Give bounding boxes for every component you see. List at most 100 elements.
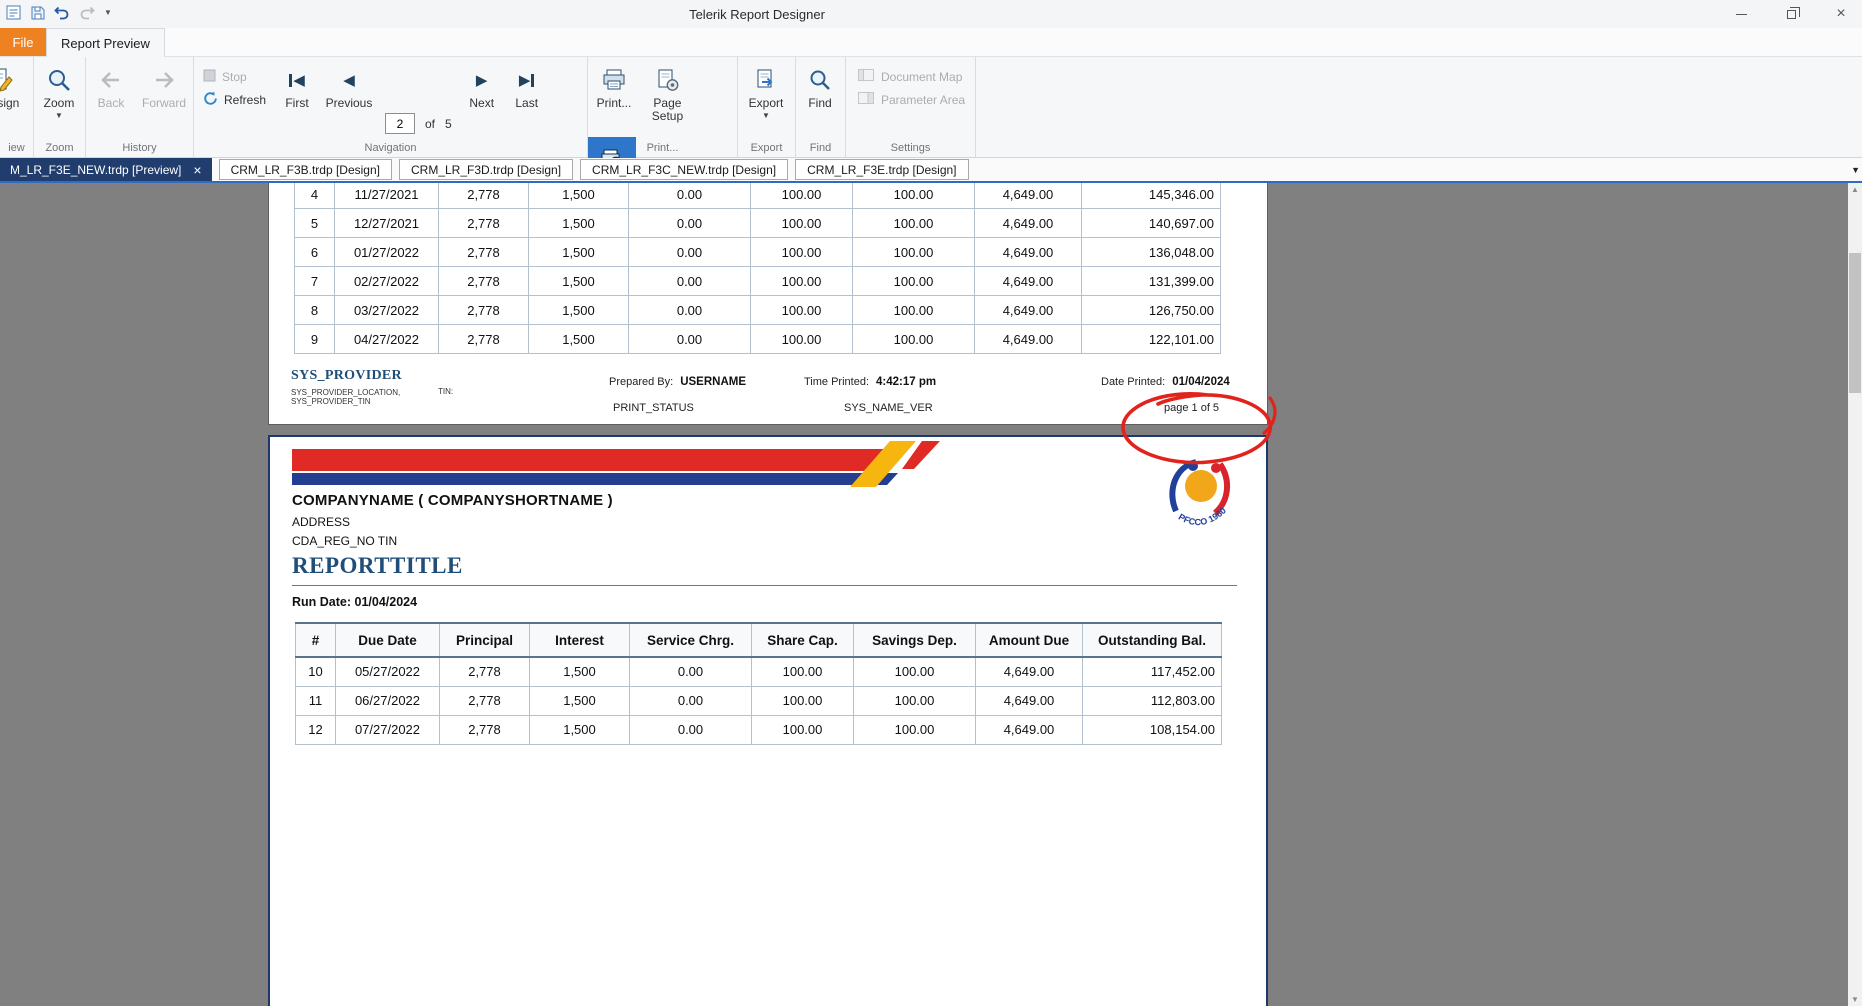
scrollbar-thumb[interactable] [1849,253,1861,393]
report-table-row: 904/27/20222,7781,5000.00100.00100.004,6… [295,325,1221,354]
doc-tab[interactable]: CRM_LR_F3C_NEW.trdp [Design] [580,159,788,180]
company-name: COMPANYNAME ( COMPANYSHORTNAME ) [292,492,613,509]
first-page-label: First [285,97,308,110]
page1-table: 411/27/20212,7781,5000.00100.00100.004,6… [294,183,1221,354]
forward-button[interactable]: Forward [136,57,192,137]
report-cell: 0.00 [629,238,751,267]
report-cell: 6 [295,238,335,267]
back-button[interactable]: Back [86,57,136,137]
zoom-button[interactable]: Zoom ▼ [34,57,84,137]
report-cell: 2,778 [439,325,529,354]
report-preview-surface[interactable]: 411/27/20212,7781,5000.00100.00100.004,6… [0,183,1862,1006]
report-cell: 0.00 [629,209,751,238]
report-cell: 100.00 [751,183,853,209]
page-info: page 1 of 5 [1164,402,1219,414]
report-cell: 2,778 [439,183,529,209]
report-cell: 100.00 [751,296,853,325]
report-cell: 100.00 [752,715,854,744]
report-cell: 0.00 [630,657,752,686]
report-cell: 4,649.00 [975,209,1082,238]
report-icon[interactable] [6,5,21,20]
previous-page-label: Previous [326,97,373,110]
tab-report-preview[interactable]: Report Preview [46,28,165,57]
document-map-icon [858,69,874,84]
export-button[interactable]: Export ▼ [738,57,794,137]
settings-group: Document Map Parameter Area Settings [846,57,976,157]
restore-button[interactable] [1784,7,1798,21]
column-header: Principal [440,623,530,657]
doc-tab[interactable]: CRM_LR_F3B.trdp [Design] [219,159,392,180]
forward-arrow-icon [152,66,176,94]
report-cell: 1,500 [530,657,630,686]
undo-icon[interactable] [54,5,70,20]
dropdown-caret-icon: ▼ [55,112,63,120]
report-cell: 100.00 [853,267,975,296]
minimize-button[interactable] [1734,7,1748,21]
first-page-button[interactable]: ◀ First [274,57,320,137]
find-icon [808,66,832,94]
provider-tin: SYS_PROVIDER_TIN [291,397,402,406]
report-cell: 0.00 [630,686,752,715]
last-page-button[interactable]: ▶ Last [505,57,549,137]
vertical-scrollbar[interactable]: ▲ ▼ [1848,183,1862,1006]
close-tab-icon[interactable]: × [193,164,201,176]
report-cell: 100.00 [751,325,853,354]
qat-customize-caret-icon[interactable]: ▼ [104,8,112,17]
parameter-area-toggle[interactable]: Parameter Area [858,92,975,107]
title-divider [292,585,1237,586]
zoom-icon [46,66,72,94]
doc-tab[interactable]: CRM_LR_F3E.trdp [Design] [795,159,968,180]
time-printed: Time Printed:4:42:17 pm [804,372,936,390]
report-cell: 0.00 [629,296,751,325]
find-button-label: Find [808,97,831,110]
file-tab[interactable]: File [0,28,46,56]
report-cell: 1,500 [529,325,629,354]
doc-tab[interactable]: CRM_LR_F3D.trdp [Design] [399,159,573,180]
company-logo: PFCCO 1960 [1163,453,1233,553]
zoom-group: Zoom ▼ Zoom [34,57,86,157]
export-button-label: Export [749,97,784,110]
group-label-export: Export [738,142,795,154]
group-label-settings: Settings [846,142,975,154]
report-cell: 140,697.00 [1082,209,1221,238]
window-controls: × [1734,0,1848,28]
next-page-icon: ▶ [476,66,488,94]
last-page-icon: ▶ [519,66,535,94]
header-row: #Due DatePrincipalInterestService Chrg.S… [296,623,1222,657]
report-cell: 100.00 [853,209,975,238]
report-cell: 126,750.00 [1082,296,1221,325]
tab-overflow-caret-icon[interactable]: ▼ [1851,165,1860,175]
report-cell: 06/27/2022 [336,686,440,715]
report-cell: 0.00 [629,267,751,296]
page-setup-label: PageSetup [652,97,683,123]
print-button[interactable]: Print... [588,57,640,137]
report-cell: 8 [295,296,335,325]
page-number-input[interactable] [385,113,415,134]
close-button[interactable]: × [1834,7,1848,21]
last-page-label: Last [515,97,538,110]
design-button[interactable]: esign [0,57,34,137]
find-button[interactable]: Find [796,57,844,137]
stop-button[interactable]: Stop [203,65,274,88]
quick-access-toolbar: ▼ [6,5,112,20]
save-icon[interactable] [30,5,45,20]
page-setup-button[interactable]: PageSetup [644,57,690,137]
report-table-row: 1106/27/20222,7781,5000.00100.00100.004,… [296,686,1222,715]
refresh-button[interactable]: Refresh [203,88,274,111]
document-map-toggle[interactable]: Document Map [858,69,975,84]
scroll-down-icon[interactable]: ▼ [1848,995,1862,1004]
report-cell: 1,500 [529,209,629,238]
previous-page-button[interactable]: ◀ Previous [320,57,378,137]
scroll-up-icon[interactable]: ▲ [1848,185,1862,194]
design-button-label: esign [0,97,19,110]
report-cell: 4,649.00 [975,267,1082,296]
column-header: Outstanding Bal. [1083,623,1222,657]
doc-tab-active[interactable]: M_LR_F3E_NEW.trdp [Preview] × [0,158,212,181]
tin-label: TIN: [438,387,453,396]
next-page-button[interactable]: ▶ Next [459,57,505,137]
group-label-zoom: Zoom [34,142,85,154]
report-cell: 0.00 [629,183,751,209]
ribbon-tab-bar: File Report Preview [0,28,1862,57]
report-title: REPORTTITLE [292,553,463,579]
redo-icon[interactable] [79,5,95,20]
